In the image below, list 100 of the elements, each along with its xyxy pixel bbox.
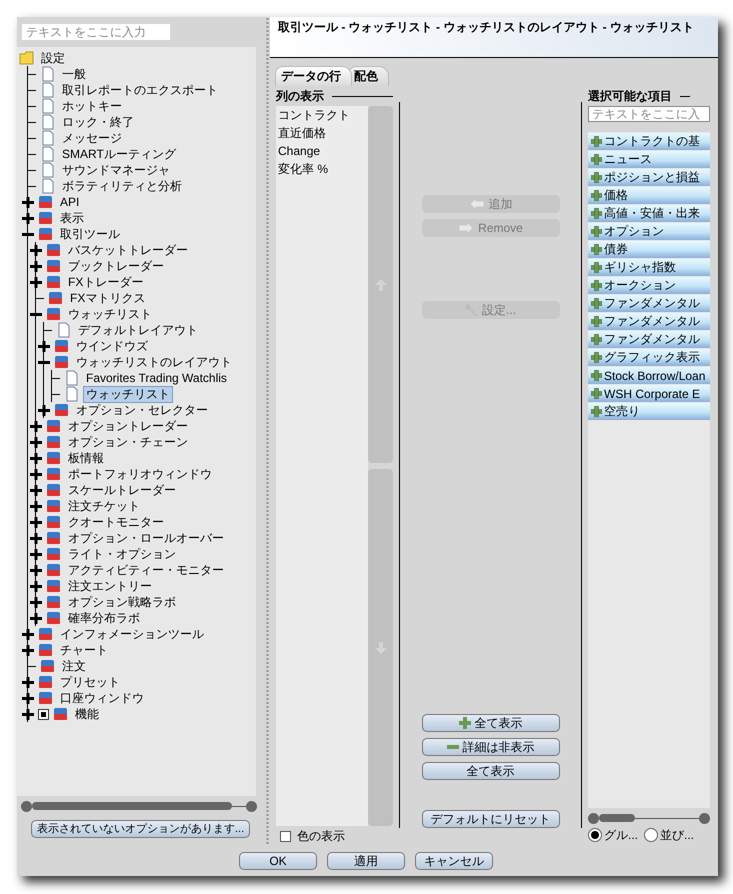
expand-icon[interactable] — [30, 516, 42, 528]
dialog-button[interactable]: OK — [239, 852, 317, 870]
tree-item[interactable]: プリセット — [57, 674, 123, 690]
dialog-button[interactable]: 適用 — [327, 852, 405, 870]
tree-item[interactable]: 注文チケット — [65, 498, 143, 514]
tree-item[interactable]: オプション・セレクター — [73, 402, 211, 418]
tree-item[interactable]: ボラティリティと分析 — [59, 178, 185, 194]
expand-icon[interactable] — [30, 420, 42, 432]
expand-icon[interactable] — [30, 580, 42, 592]
tree-item[interactable]: ウォッチリスト — [83, 386, 173, 402]
button[interactable]: 詳細は非表示 — [422, 738, 560, 756]
tree-item[interactable]: ライト・オプション — [65, 546, 179, 562]
tree-item[interactable]: アクティビティー・モニター — [65, 562, 227, 578]
tree-item[interactable]: ウォッチリストのレイアウト — [73, 354, 235, 370]
expand-icon[interactable] — [30, 244, 42, 256]
expand-icon[interactable] — [30, 532, 42, 544]
tree-item[interactable]: クオートモニター — [65, 514, 167, 530]
expand-icon[interactable] — [30, 276, 42, 288]
tree-item[interactable]: ブックトレーダー — [65, 258, 167, 274]
list-item[interactable]: コントラクト — [276, 106, 368, 124]
tree-item[interactable]: ロック・終了 — [59, 114, 137, 130]
tree-item[interactable]: ウォッチリスト — [65, 306, 155, 322]
list-item[interactable]: 変化率 % — [276, 160, 368, 178]
expand-icon[interactable] — [22, 676, 34, 688]
category-row[interactable]: グラフィック表示 — [588, 349, 710, 366]
tree-item[interactable]: ホットキー — [59, 98, 125, 114]
expand-icon[interactable] — [22, 628, 34, 640]
category-row[interactable]: WSH Corporate E — [588, 385, 710, 402]
tree-item[interactable]: サウンドマネージャ — [59, 162, 173, 178]
tree-item[interactable]: 注文 — [59, 658, 89, 674]
dialog-button[interactable]: キャンセル — [415, 852, 493, 870]
hidden-options-button[interactable]: 表示されていないオプションがあります... — [31, 820, 250, 838]
tree-item[interactable]: 注文エントリー — [65, 578, 155, 594]
expand-icon[interactable] — [30, 612, 42, 624]
scrollbar[interactable] — [588, 812, 710, 824]
tree-item[interactable]: API — [57, 194, 82, 210]
expand-icon[interactable] — [30, 500, 42, 512]
tree-item[interactable]: オプション・ロールオーバー — [65, 530, 227, 546]
expand-icon[interactable] — [22, 708, 34, 720]
tree-item[interactable]: 一般 — [59, 66, 89, 82]
category-row[interactable]: ファンダメンタル — [588, 295, 710, 312]
expand-icon[interactable] — [30, 484, 42, 496]
button[interactable]: デフォルトにリセット — [422, 810, 560, 828]
tree-item[interactable]: オプション戦略ラボ — [65, 594, 179, 610]
category-row[interactable]: ファンダメンタル — [588, 331, 710, 348]
expand-icon[interactable] — [38, 404, 50, 416]
expand-icon[interactable] — [22, 212, 34, 224]
tree-item[interactable]: チャート — [57, 642, 111, 658]
tree-item[interactable]: FXトレーダー — [65, 274, 146, 290]
expand-icon[interactable] — [30, 564, 42, 576]
tab[interactable]: 配色 — [348, 66, 389, 86]
scrollbar[interactable] — [21, 800, 257, 812]
expand-icon[interactable] — [30, 436, 42, 448]
tree-item[interactable]: メッセージ — [59, 130, 125, 146]
tree-item[interactable]: 設定 — [38, 50, 68, 66]
tab[interactable]: データの行 — [275, 66, 352, 86]
category-row[interactable]: ギリシャ指数 — [588, 259, 710, 276]
tree-item[interactable]: 確率分布ラボ — [65, 610, 143, 626]
expand-icon[interactable] — [30, 260, 42, 272]
expand-icon[interactable] — [30, 468, 42, 480]
tree-item[interactable]: 口座ウィンドウ — [57, 690, 147, 706]
button[interactable]: 全て表示 — [422, 714, 560, 732]
category-row[interactable]: オプション — [588, 223, 710, 240]
search-field[interactable]: テキストをここに入 — [588, 106, 710, 122]
checkbox[interactable] — [280, 830, 291, 842]
tree-item[interactable]: 取引ツール — [57, 226, 123, 242]
tree-item[interactable]: オプション・チェーン — [65, 434, 191, 450]
category-row[interactable]: オークション — [588, 277, 710, 294]
tree-item[interactable]: インフォメーションツール — [57, 626, 207, 642]
tree-item[interactable]: 表示 — [57, 210, 87, 226]
expand-icon[interactable] — [22, 692, 34, 704]
tree-item[interactable]: FXマトリクス — [67, 290, 148, 306]
category-row[interactable]: 高値・安値・出来 — [588, 205, 710, 222]
checkbox[interactable] — [38, 708, 49, 720]
tree-item[interactable]: 板情報 — [65, 450, 107, 466]
tree-item[interactable]: Favorites Trading Watchlis — [83, 370, 230, 386]
category-row[interactable]: 債券 — [588, 241, 710, 258]
category-row[interactable]: ポジションと損益 — [588, 169, 710, 186]
category-row[interactable]: ファンダメンタル — [588, 313, 710, 330]
radio-button[interactable] — [588, 828, 602, 842]
expand-icon[interactable] — [22, 196, 34, 208]
list-item[interactable]: 直近価格 — [276, 124, 368, 142]
category-row[interactable]: コントラクトの基 — [588, 133, 710, 150]
tree-item[interactable]: オプショントレーダー — [65, 418, 191, 434]
tree-item[interactable]: デフォルトレイアウト — [75, 322, 201, 338]
category-row[interactable]: 空売り — [588, 403, 710, 420]
expand-icon[interactable] — [30, 596, 42, 608]
category-row[interactable]: Stock Borrow/Loan — [588, 367, 710, 384]
tree-item[interactable]: ポートフォリオウィンドウ — [65, 466, 215, 482]
list-item[interactable]: Change — [276, 142, 368, 160]
tree-item[interactable]: ウインドウズ — [73, 338, 151, 354]
expand-icon[interactable] — [38, 340, 50, 352]
category-row[interactable]: ニュース — [588, 151, 710, 168]
category-row[interactable]: 価格 — [588, 187, 710, 204]
expand-icon[interactable] — [30, 452, 42, 464]
tree-item[interactable]: バスケットトレーダー — [65, 242, 191, 258]
tree-item[interactable]: スケールトレーダー — [65, 482, 179, 498]
expand-icon[interactable] — [22, 644, 34, 656]
tree-item[interactable]: 機能 — [72, 706, 102, 722]
radio-button[interactable] — [644, 828, 658, 842]
